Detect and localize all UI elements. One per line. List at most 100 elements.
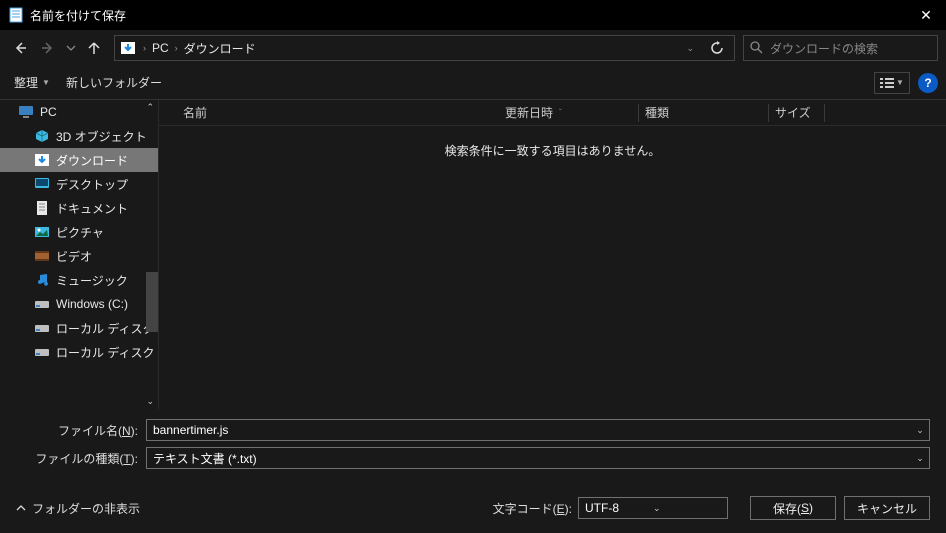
- filetype-field[interactable]: テキスト文書 (*.txt) ⌄: [146, 447, 930, 469]
- search-box[interactable]: ダウンロードの検索: [743, 35, 938, 61]
- file-list: 名前 更新日時 ˇ 種類 サイズ 検索条件に一致する項目はありません。: [158, 100, 946, 409]
- tree-item-3d[interactable]: 3D オブジェクト: [0, 124, 158, 148]
- tree-label: ダウンロード: [56, 152, 128, 169]
- download-folder-icon: [119, 39, 137, 57]
- list-icon: [880, 77, 894, 89]
- hide-folders-label: フォルダーの非表示: [32, 500, 140, 517]
- filename-dropdown-icon[interactable]: ⌄: [911, 425, 929, 436]
- picture-icon: [34, 224, 50, 240]
- download-folder-icon: [34, 152, 50, 168]
- column-name[interactable]: 名前: [177, 104, 499, 122]
- filename-field[interactable]: ⌄: [146, 419, 930, 441]
- filetype-dropdown-icon[interactable]: ⌄: [911, 453, 929, 464]
- tree-item-downloads[interactable]: ダウンロード: [0, 148, 158, 172]
- breadcrumb-item[interactable]: PC: [152, 41, 169, 55]
- tree-label: ドキュメント: [56, 200, 128, 217]
- toolbar: 整理 ▼ 新しいフォルダー ▼ ?: [0, 66, 946, 100]
- titlebar: 名前を付けて保存 ✕: [0, 0, 946, 30]
- tree-label: デスクトップ: [56, 176, 128, 193]
- tree-label: ローカル ディスク (E:): [56, 344, 158, 361]
- tree-label: 3D オブジェクト: [56, 128, 147, 145]
- tree-item-pc[interactable]: PC: [0, 100, 158, 124]
- tree-label: ピクチャ: [56, 224, 104, 241]
- back-button[interactable]: [8, 36, 32, 60]
- tree-item-videos[interactable]: ビデオ: [0, 244, 158, 268]
- navbar: › PC › ダウンロード ⌄ ダウンロードの検索: [0, 30, 946, 66]
- chevron-down-icon: ▼: [896, 78, 904, 87]
- history-dropdown-icon[interactable]: [64, 36, 78, 60]
- pc-icon: [18, 104, 34, 120]
- app-icon: [8, 7, 24, 23]
- up-button[interactable]: [82, 36, 106, 60]
- drive-icon: [34, 344, 50, 360]
- filename-input[interactable]: [147, 423, 911, 437]
- forward-button[interactable]: [36, 36, 60, 60]
- column-date[interactable]: 更新日時 ˇ: [499, 104, 639, 122]
- desktop-icon: [34, 176, 50, 192]
- sort-indicator-icon: ˇ: [559, 108, 562, 117]
- filename-label: ファイル名(N):: [16, 422, 146, 439]
- address-dropdown-icon[interactable]: ⌄: [680, 43, 700, 54]
- music-icon: [34, 272, 50, 288]
- chevron-right-icon[interactable]: ›: [173, 43, 180, 53]
- encoding-select[interactable]: UTF-8 ⌄: [578, 497, 728, 519]
- organize-button[interactable]: 整理 ▼: [8, 70, 56, 95]
- column-headers: 名前 更新日時 ˇ 種類 サイズ: [159, 100, 946, 126]
- new-folder-label: 新しいフォルダー: [66, 74, 162, 91]
- footer: フォルダーの非表示 文字コード(E): UTF-8 ⌄ 保存(S) キャンセル: [0, 483, 946, 533]
- drive-icon: [34, 320, 50, 336]
- col-label: 更新日時: [505, 104, 553, 121]
- filetype-value: テキスト文書 (*.txt): [147, 450, 911, 467]
- search-placeholder: ダウンロードの検索: [770, 40, 878, 57]
- tree-label: ミュージック: [56, 272, 128, 289]
- video-icon: [34, 248, 50, 264]
- cube-icon: [34, 128, 50, 144]
- encoding-block: 文字コード(E): UTF-8 ⌄: [493, 497, 728, 519]
- folder-tree: ⌃ PC 3D オブジェクト ダウンロード デスクトップ ドキュメント: [0, 100, 158, 409]
- new-folder-button[interactable]: 新しいフォルダー: [60, 70, 168, 95]
- chevron-right-icon[interactable]: ›: [141, 43, 148, 53]
- tree-item-documents[interactable]: ドキュメント: [0, 196, 158, 220]
- tree-label: ローカル ディスク (D:): [56, 320, 158, 337]
- save-button[interactable]: 保存(S): [750, 496, 836, 520]
- scroll-down-icon[interactable]: ⌄: [146, 396, 154, 407]
- view-mode-button[interactable]: ▼: [874, 72, 910, 94]
- col-label: 種類: [645, 104, 669, 121]
- tree-label: Windows (C:): [56, 297, 128, 311]
- column-size[interactable]: サイズ: [769, 104, 825, 122]
- encoding-dropdown-icon[interactable]: ⌄: [653, 503, 721, 514]
- refresh-icon[interactable]: [704, 41, 730, 55]
- col-label: 名前: [183, 104, 207, 121]
- drive-icon: [34, 296, 50, 312]
- tree-label: ビデオ: [56, 248, 92, 265]
- tree-item-desktop[interactable]: デスクトップ: [0, 172, 158, 196]
- tree-item-music[interactable]: ミュージック: [0, 268, 158, 292]
- window-title: 名前を付けて保存: [30, 7, 914, 24]
- breadcrumb-item[interactable]: ダウンロード: [184, 40, 256, 57]
- tree-item-drive-c[interactable]: Windows (C:): [0, 292, 158, 316]
- address-bar[interactable]: › PC › ダウンロード ⌄: [114, 35, 735, 61]
- encoding-value: UTF-8: [585, 501, 653, 515]
- save-form: ファイル名(N): ⌄ ファイルの種類(T): テキスト文書 (*.txt) ⌄: [0, 409, 946, 483]
- tree-scrollbar[interactable]: [146, 272, 158, 332]
- body: ⌃ PC 3D オブジェクト ダウンロード デスクトップ ドキュメント: [0, 100, 946, 409]
- organize-label: 整理: [14, 74, 38, 91]
- scroll-up-icon[interactable]: ⌃: [146, 102, 154, 113]
- tree-label: PC: [40, 105, 57, 119]
- column-type[interactable]: 種類: [639, 104, 769, 122]
- encoding-label: 文字コード(E):: [493, 500, 572, 517]
- chevron-up-icon: [16, 503, 26, 513]
- tree-item-drive-d[interactable]: ローカル ディスク (D:): [0, 316, 158, 340]
- chevron-down-icon: ▼: [42, 78, 50, 87]
- filetype-label: ファイルの種類(T):: [16, 450, 146, 467]
- cancel-button[interactable]: キャンセル: [844, 496, 930, 520]
- tree-item-drive-e[interactable]: ローカル ディスク (E:): [0, 340, 158, 364]
- empty-message: 検索条件に一致する項目はありません。: [159, 126, 946, 159]
- document-icon: [34, 200, 50, 216]
- col-label: サイズ: [775, 104, 811, 121]
- search-icon: [750, 41, 764, 55]
- close-icon[interactable]: ✕: [914, 3, 938, 27]
- tree-item-pictures[interactable]: ピクチャ: [0, 220, 158, 244]
- help-button[interactable]: ?: [918, 73, 938, 93]
- hide-folders-button[interactable]: フォルダーの非表示: [16, 500, 140, 517]
